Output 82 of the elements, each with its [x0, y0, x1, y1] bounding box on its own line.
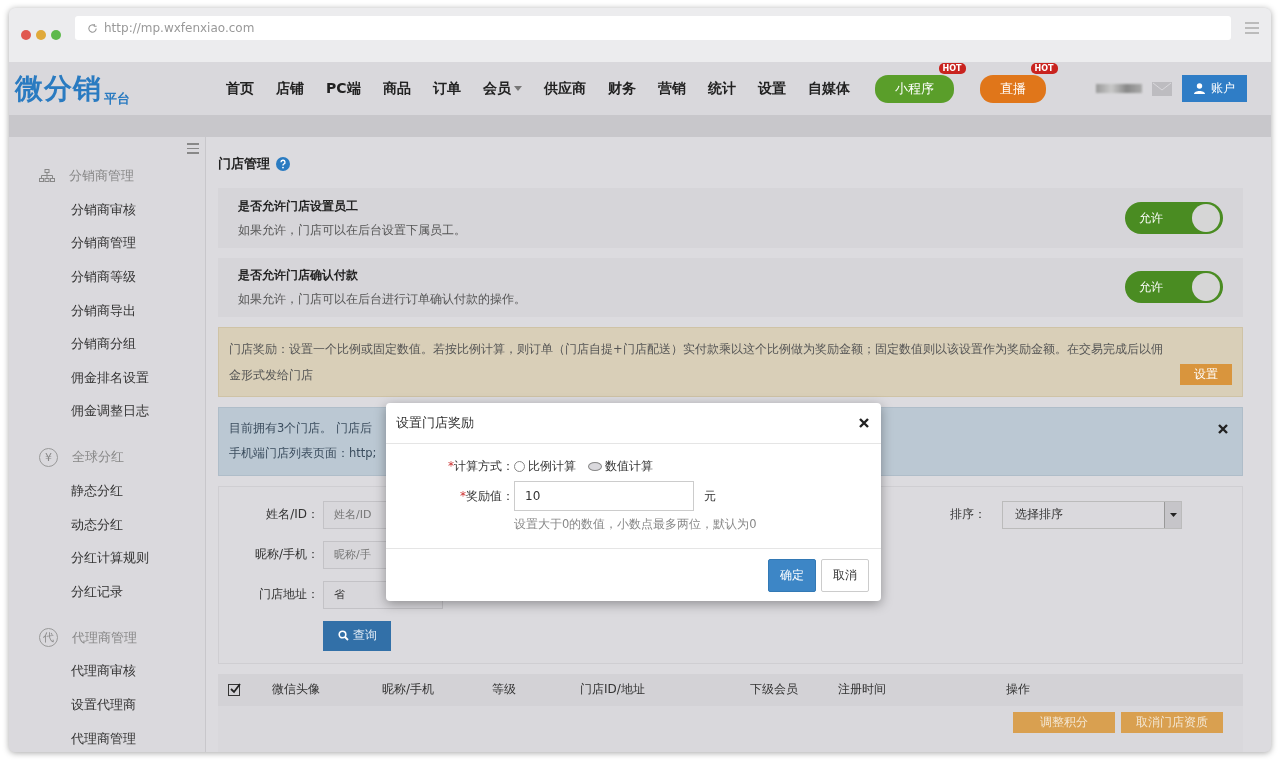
sidebar-item[interactable]: 动态分红 [71, 515, 123, 534]
sidebar-group-title: 全球分红 [72, 448, 124, 467]
nav-link[interactable]: PC端 [315, 79, 372, 98]
notice-text: 门店奖励：设置一个比例或固定数值。若按比例计算，则订单（门店自提+门店配送）实付款乘以这个比例做为奖励金额；固定数值则以该设置作为奖励金额。在交易完成后以佣金形式发给门店 [229, 340, 1164, 384]
radio-option[interactable]: 数值计算 [588, 458, 653, 475]
collapse-sidebar-icon[interactable] [187, 143, 199, 154]
hint-text: 设置大于0的数值，小数点最多两位，默认为0 [514, 517, 758, 532]
sidebar-item[interactable]: 分销商分组 [71, 335, 136, 354]
nav-link[interactable]: 设置 [746, 79, 797, 98]
mail-icon[interactable] [1152, 81, 1172, 96]
help-icon[interactable] [276, 156, 290, 171]
cancel-button[interactable]: 取消 [821, 558, 869, 592]
setting-description: 如果允许，门店可以在后台进行订单确认付款的操作。 [238, 292, 526, 308]
nav-link[interactable]: 会员 [471, 79, 533, 98]
unit-label: 元 [704, 487, 716, 505]
sidebar-item[interactable]: 代理商审核 [71, 662, 136, 681]
nav-link[interactable]: 自媒体 [796, 79, 861, 98]
field-label: 姓名/ID： [265, 506, 320, 524]
nav-link[interactable]: 营销 [646, 79, 697, 98]
hot-badge: HOT [1030, 62, 1058, 74]
reload-icon[interactable] [87, 22, 98, 34]
sidebar-group-title: 代理商管理 [72, 628, 137, 647]
column-header: 微信头像 [272, 681, 321, 699]
checkbox[interactable] [228, 683, 241, 697]
page-title: 门店管理 [218, 154, 270, 173]
toggle-switch[interactable]: 允许 [1125, 271, 1223, 304]
setting-description: 如果允许，门店可以在后台设置下属员工。 [238, 223, 466, 239]
column-header: 门店ID/地址 [580, 681, 646, 699]
field-label: 排序： [950, 506, 987, 524]
field-label: 昵称/手机： [253, 546, 320, 564]
nav-link[interactable]: 首页 [215, 79, 265, 98]
search-icon [337, 630, 349, 642]
field-label: 门店地址： [258, 586, 320, 604]
column-header: 注册时间 [838, 681, 887, 699]
sidebar-item[interactable]: 设置代理商 [71, 695, 136, 714]
close-icon[interactable] [859, 417, 869, 428]
sidebar-item[interactable]: 分销商审核 [71, 200, 136, 219]
hot-badge: HOT [938, 62, 966, 74]
menu-icon[interactable] [1245, 22, 1259, 34]
close-window-dot[interactable] [21, 30, 31, 40]
nav-link[interactable]: 财务 [596, 79, 647, 98]
nav-link[interactable]: 订单 [421, 79, 472, 98]
sidebar-item[interactable]: 静态分红 [71, 481, 123, 500]
column-header: 等级 [492, 681, 517, 699]
minimize-window-dot[interactable] [36, 30, 46, 40]
sidebar-item[interactable]: 分销商管理 [71, 234, 136, 253]
column-header: 昵称/手机 [382, 681, 436, 699]
nav-link[interactable]: 商品 [371, 79, 422, 98]
info-text: 手机端门店列表页面：http; [229, 445, 377, 460]
toggle-switch[interactable]: 允许 [1125, 202, 1223, 235]
field-label: *奖励值： [459, 487, 514, 505]
sidebar-item[interactable]: 分红计算规则 [71, 549, 149, 568]
nav-link[interactable]: 统计 [696, 79, 747, 98]
blurred-username [1096, 84, 1142, 93]
account-button[interactable]: 账户 [1182, 75, 1247, 102]
sidebar-item[interactable]: 佣金排名设置 [71, 368, 149, 387]
close-icon[interactable] [1218, 423, 1228, 434]
org-chart-icon [39, 169, 55, 183]
input-field[interactable]: 10 [514, 481, 694, 511]
sidebar-item[interactable]: 佣金调整日志 [71, 402, 149, 421]
sort-dropdown[interactable]: 选择排序 [1002, 501, 1182, 529]
sidebar-group-title: 分销商管理 [69, 167, 134, 185]
radio-option[interactable]: 比例计算 [514, 458, 576, 475]
sidebar-item[interactable]: 分销商导出 [71, 301, 136, 320]
caret-icon [1169, 513, 1177, 517]
sidebar-item[interactable]: 代理商管理 [71, 729, 136, 748]
caret-icon [513, 86, 522, 91]
info-text: 目前拥有3个门店。 门店后 [229, 420, 372, 435]
column-header: 下级会员 [750, 681, 799, 699]
nav-link[interactable]: 店铺 [265, 79, 315, 98]
setting-title: 是否允许门店设置员工 [238, 198, 359, 216]
field-label: *计算方式： [447, 458, 514, 475]
maximize-window-dot[interactable] [51, 30, 61, 40]
setting-title: 是否允许门店确认付款 [238, 267, 359, 285]
nav-link[interactable]: 供应商 [532, 79, 597, 98]
dialog-title: 设置门店奖励 [396, 414, 474, 432]
sidebar-item[interactable]: 分销商等级 [71, 268, 136, 286]
sidebar-item[interactable]: 分红记录 [71, 582, 123, 601]
search-button[interactable]: 查询 [323, 621, 391, 651]
user-icon [1194, 83, 1205, 94]
confirm-button[interactable]: 确定 [768, 558, 816, 592]
column-header: 操作 [1006, 681, 1031, 699]
